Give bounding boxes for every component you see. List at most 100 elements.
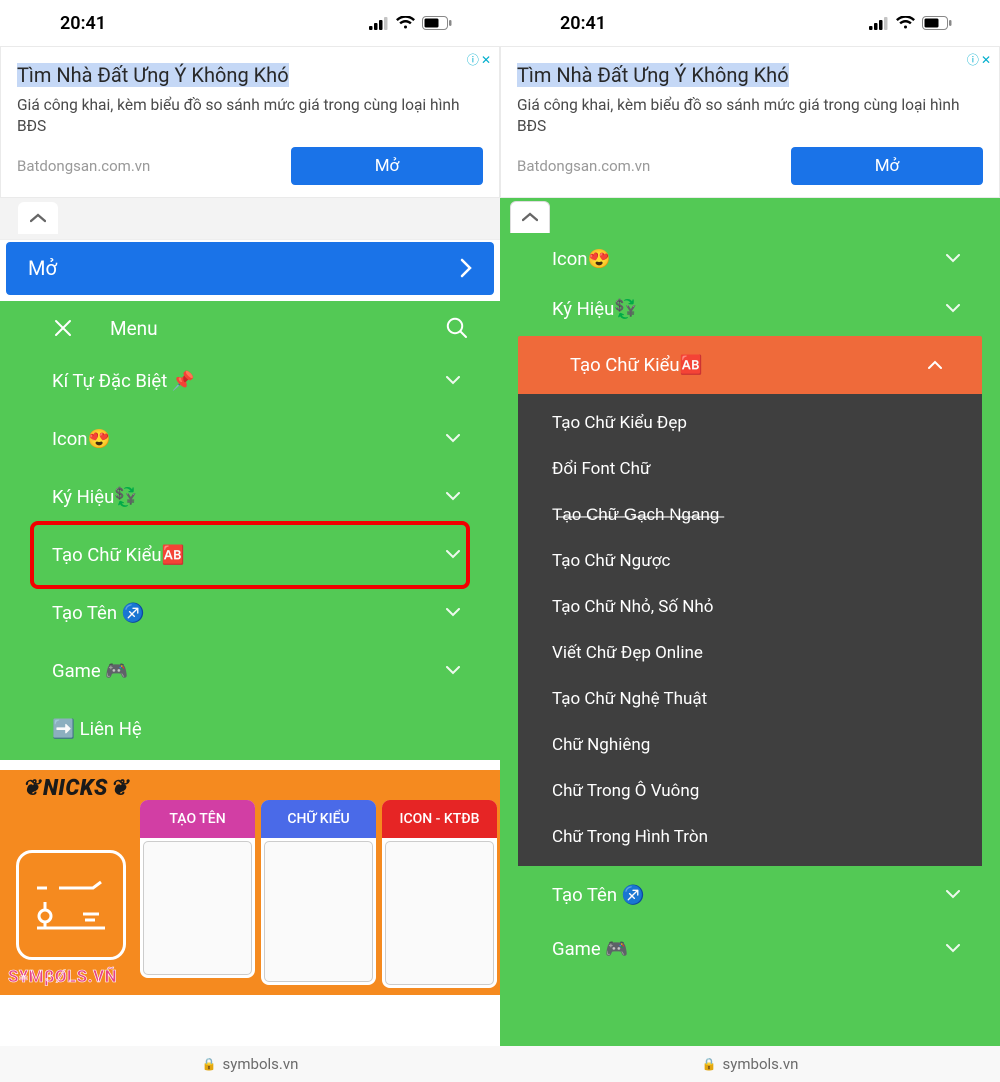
menu-item-label: ➡️ Liên Hệ bbox=[52, 718, 142, 740]
ad-info-icon[interactable]: ⓘ bbox=[467, 51, 479, 68]
ad-close-icon[interactable]: ✕ bbox=[981, 53, 991, 67]
chevron-down-icon bbox=[446, 608, 460, 617]
chevron-down-icon bbox=[946, 890, 960, 899]
lock-icon: 🔒 bbox=[702, 1057, 717, 1071]
browser-address-bar[interactable]: 🔒 symbols.vn bbox=[500, 1046, 1000, 1082]
chevron-down-icon bbox=[446, 492, 460, 501]
chevron-down-icon bbox=[946, 944, 960, 953]
dropdown-item[interactable]: T̶ạ̶o̶ ̶C̶h̶ữ̶ ̶G̶ạ̶c̶h̶ ̶N̶g̶a̶n̶g̶ bbox=[518, 492, 982, 538]
collapse-bar bbox=[0, 198, 500, 240]
status-bar: 20:41 bbox=[0, 0, 500, 46]
ad-subtitle: Giá công khai, kèm biểu đồ so sánh mức g… bbox=[517, 95, 983, 137]
menu-item-game[interactable]: Game 🎮 bbox=[0, 642, 500, 700]
chevron-down-icon bbox=[946, 304, 960, 313]
dropdown-item[interactable]: Chữ Trong Ô Vuông bbox=[518, 768, 982, 814]
chevron-up-icon[interactable] bbox=[18, 202, 58, 234]
dropdown-item[interactable]: Tạo Chữ Ngược bbox=[518, 538, 982, 584]
status-bar: 20:41 bbox=[500, 0, 1000, 46]
dropdown-item[interactable]: Tạo Chữ Kiểu Đẹp bbox=[518, 400, 982, 446]
chevron-down-icon bbox=[446, 550, 460, 559]
lock-icon: 🔒 bbox=[202, 1057, 217, 1071]
menu-item-label: Game 🎮 bbox=[52, 660, 128, 682]
close-icon[interactable] bbox=[54, 319, 72, 337]
ad-banner: ⓘ ✕ Tìm Nhà Đất Ưng Ý Không Khó Giá công… bbox=[0, 46, 500, 198]
dropdown-item[interactable]: Viết Chữ Đẹp Online bbox=[518, 630, 982, 676]
ad-subtitle: Giá công khai, kèm biểu đồ so sánh mức g… bbox=[17, 95, 483, 137]
screen-icon: ICON - KTĐB bbox=[382, 800, 497, 988]
ad-open-button[interactable]: Mở bbox=[291, 147, 483, 185]
ad-banner: ⓘ ✕ Tìm Nhà Đất Ưng Ý Không Khó Giá công… bbox=[500, 46, 1000, 198]
status-time: 20:41 bbox=[560, 13, 606, 34]
menu-item-icon[interactable]: Icon😍 bbox=[0, 410, 500, 468]
menu-item-game[interactable]: Game 🎮 bbox=[500, 922, 1000, 976]
chevron-down-icon bbox=[446, 376, 460, 385]
menu-item-label: Icon😍 bbox=[52, 428, 111, 450]
menu-item-label: Tạo Tên ♐ bbox=[52, 602, 145, 624]
ad-domain: Batdongsan.com.vn bbox=[517, 157, 650, 175]
battery-icon bbox=[922, 16, 952, 30]
domain-text: symbols.vn bbox=[723, 1055, 799, 1073]
menu-item-label: Tạo Chữ Kiểu🆎 bbox=[52, 544, 185, 566]
ad-domain: Batdongsan.com.vn bbox=[17, 157, 150, 175]
chevron-right-icon bbox=[460, 258, 472, 278]
screen-chukieu: CHỮ KIỂU bbox=[261, 800, 376, 985]
screen-label: TẠO TÊN bbox=[140, 800, 255, 838]
nicks-title: NICKS bbox=[22, 776, 129, 801]
battery-icon bbox=[422, 16, 452, 30]
dropdown-item[interactable]: Tạo Chữ Nhỏ, Số Nhỏ bbox=[518, 584, 982, 630]
menu-item-label: Game 🎮 bbox=[552, 938, 628, 960]
menu-item-label: Kí Tự Đặc Biệt 📌 bbox=[52, 370, 195, 392]
menu-item-label: Ký Hiệu💱 bbox=[52, 486, 137, 508]
menu-item-kyhieu[interactable]: Ký Hiệu💱 bbox=[500, 282, 1000, 336]
chevron-down-icon bbox=[446, 666, 460, 675]
menu-item-kyhieu[interactable]: Ký Hiệu💱 bbox=[0, 468, 500, 526]
chevron-down-icon bbox=[446, 434, 460, 443]
menu-item-taoten[interactable]: Tạo Tên ♐ bbox=[500, 866, 1000, 922]
menu-item-label: Icon😍 bbox=[552, 248, 611, 270]
dropdown-item[interactable]: Tạo Chữ Nghệ Thuật bbox=[518, 676, 982, 722]
dropdown-item[interactable]: Chữ Nghiêng bbox=[518, 722, 982, 768]
menu-header: Menu bbox=[0, 301, 500, 346]
nicks-screens: TẠO TÊN CHỮ KIỂU ICON - KTĐB bbox=[140, 800, 497, 988]
nicks-banner[interactable]: NICKS S¥MβØLS.VÑ TẠO TÊN CHỮ KIỂU ICON -… bbox=[0, 770, 500, 995]
menu-title: Menu bbox=[110, 317, 158, 340]
browser-address-bar[interactable]: 🔒 symbols.vn bbox=[0, 1046, 500, 1082]
menu-item-icon[interactable]: Icon😍 bbox=[500, 236, 1000, 282]
status-icons bbox=[869, 16, 952, 30]
menu-item-kitu[interactable]: Kí Tự Đặc Biệt 📌 bbox=[0, 352, 500, 410]
nav-menu-right: Icon😍 Ký Hiệu💱 Tạo Chữ Kiểu🆎 Tạo Chữ Kiể… bbox=[500, 198, 1000, 1068]
ad-title[interactable]: Tìm Nhà Đất Ưng Ý Không Khó bbox=[17, 63, 289, 87]
status-time: 20:41 bbox=[60, 13, 106, 34]
search-icon[interactable] bbox=[446, 317, 468, 339]
menu-item-taochukieu[interactable]: Tạo Chữ Kiểu🆎 bbox=[0, 526, 500, 584]
nicks-app-icon bbox=[16, 850, 126, 960]
screen-taoten: TẠO TÊN bbox=[140, 800, 255, 978]
screen-label: ICON - KTĐB bbox=[382, 800, 497, 838]
ad-open-button[interactable]: Mở bbox=[791, 147, 983, 185]
signal-icon bbox=[869, 17, 889, 30]
mo-open-bar[interactable]: Mở bbox=[6, 242, 494, 295]
phone-right: 20:41 ⓘ ✕ Tìm Nhà Đất Ưng Ý Không Khó Gi… bbox=[500, 0, 1000, 1082]
menu-item-label: Ký Hiệu💱 bbox=[552, 298, 637, 320]
dropdown-item[interactable]: Chữ Trong Hình Tròn bbox=[518, 814, 982, 860]
menu-item-taoten[interactable]: Tạo Tên ♐ bbox=[0, 584, 500, 642]
chevron-up-icon[interactable] bbox=[510, 201, 550, 233]
ad-info-icon[interactable]: ⓘ bbox=[967, 51, 979, 68]
menu-item-taochukieu-active[interactable]: Tạo Chữ Kiểu🆎 bbox=[518, 336, 982, 394]
dropdown-panel: Tạo Chữ Kiểu Đẹp Đổi Font Chữ T̶ạ̶o̶ ̶C̶… bbox=[518, 394, 982, 866]
nav-menu: Menu Kí Tự Đặc Biệt 📌 Icon😍 Ký Hiệu💱 Tạo… bbox=[0, 301, 500, 760]
mo-label: Mở bbox=[28, 256, 57, 280]
screen-label: CHỮ KIỂU bbox=[261, 800, 376, 838]
chevron-down-icon bbox=[946, 254, 960, 263]
menu-item-label: Tạo Tên ♐ bbox=[552, 884, 645, 906]
dropdown-item[interactable]: Đổi Font Chữ bbox=[518, 446, 982, 492]
nicks-brand: S¥MβØLS.VÑ bbox=[8, 967, 117, 987]
ad-title[interactable]: Tìm Nhà Đất Ưng Ý Không Khó bbox=[517, 63, 789, 87]
wifi-icon bbox=[896, 16, 915, 30]
menu-item-lienhe[interactable]: ➡️ Liên Hệ bbox=[0, 700, 500, 758]
ad-corner: ⓘ ✕ bbox=[967, 51, 991, 68]
active-label: Tạo Chữ Kiểu🆎 bbox=[570, 354, 703, 376]
ad-close-icon[interactable]: ✕ bbox=[481, 53, 491, 67]
wifi-icon bbox=[396, 16, 415, 30]
chevron-up-icon bbox=[928, 360, 942, 369]
